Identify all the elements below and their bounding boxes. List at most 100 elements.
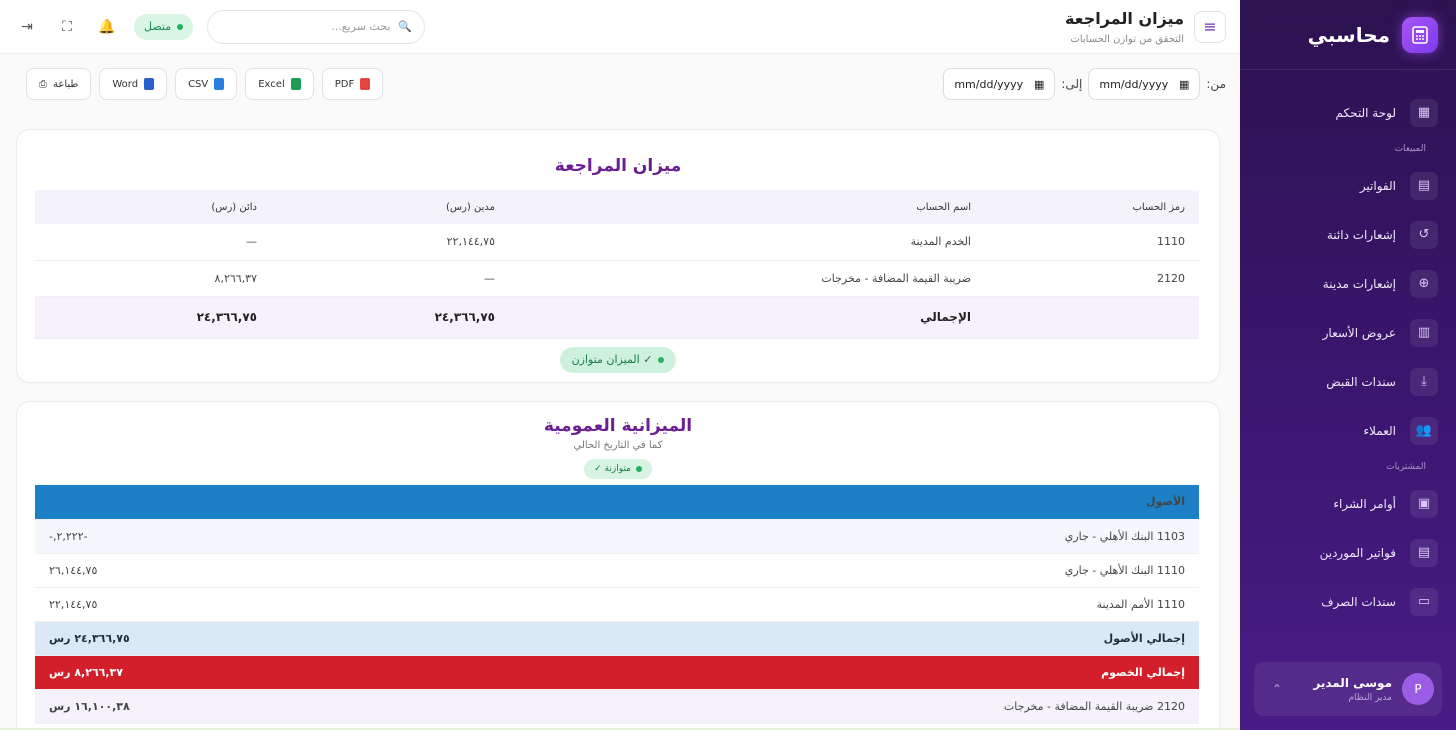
export-label: PDF (334, 78, 355, 90)
sidebar-item-label: إشعارات مدينة (1322, 276, 1396, 291)
sidebar-item-customers[interactable]: 👥 العملاء (1240, 406, 1456, 455)
total-debit: ٢٤,٣٦٦,٧٥ (271, 296, 509, 339)
liabilities-label: إجمالي الخصوم (433, 655, 1199, 690)
sidebar: محاسبي ▦ لوحة التحكم المبيعات ▤ الفواتير… (1240, 0, 1456, 730)
hamburger-icon: ≡ (1203, 17, 1217, 36)
trial-balance-card: ميزان المراجعة رمز الحساب اسم الحساب مدي… (16, 129, 1220, 383)
csv-icon (214, 78, 225, 90)
status-badge: متصل (134, 13, 194, 40)
assets-header-row: الأصول (35, 485, 1199, 520)
export-pdf-button[interactable]: PDF (321, 68, 384, 100)
brand-name: محاسبي (1307, 22, 1390, 47)
amount: ٢٢,١٤٤,٧٥ (35, 587, 434, 622)
search-placeholder: بحث سريع... (331, 20, 391, 33)
account-name: 1110 البنك الأهلي - جاري (433, 553, 1199, 588)
card-title: ميزان المراجعة (554, 156, 682, 176)
account-code: 2120 (985, 260, 1199, 297)
sidebar-section-sales: المبيعات (1394, 144, 1426, 154)
date-range-filter: من: mm/dd/yyyy ▦ إلى: mm/dd/yyyy ▦ (943, 68, 1226, 100)
users-icon: 👥 (1410, 416, 1438, 445)
total-row: الإجمالي ٢٤,٣٦٦,٧٥ ٢٤,٣٦٦,٧٥ (35, 296, 1199, 339)
excel-icon (290, 78, 301, 90)
balance-sheet-card: الميزانية العمومية كما في التاريخ الحالي… (16, 401, 1220, 730)
status-dot (658, 356, 665, 363)
sidebar-item-label: عروض الأسعار (1322, 325, 1396, 340)
sidebar-item-label: أوامر الشراء (1333, 496, 1396, 511)
account-name: 1110 الأمم المدينة (433, 587, 1199, 622)
sidebar-item-receipts[interactable]: ⤓ سندات القبض (1240, 357, 1456, 406)
fullscreen-icon[interactable]: ⛶ (54, 14, 80, 40)
sidebar-section-purchases: المشتريات (1386, 462, 1426, 472)
from-date-input[interactable]: mm/dd/yyyy ▦ (1088, 68, 1201, 100)
plus-circle-icon: ⊕ (1410, 269, 1438, 298)
export-label: Word (112, 78, 139, 90)
sidebar-item-invoices[interactable]: ▤ الفواتير (1240, 161, 1456, 210)
balanced-badge: متوازنة ✓ (584, 459, 652, 479)
account-name: 2120 ضريبة القيمة المضافة - مخرجات (433, 689, 1199, 724)
trial-balance-table: رمز الحساب اسم الحساب مدين (رس) دائن (رس… (35, 190, 1199, 339)
page-title: ميزان المراجعة (1064, 8, 1184, 28)
liabilities-total-row: إجمالي الخصوم ٨,٢٦٦,٣٧ رس (35, 655, 1199, 690)
search-icon: 🔍 (398, 20, 413, 33)
table-row: 1110 الخدم المدينة ٢٢,١٤٤,٧٥ — (35, 224, 1199, 261)
status-text: متصل (144, 20, 172, 33)
export-buttons: PDF Excel CSV Word ⎙ طباعة (26, 68, 384, 100)
balanced-status-badge: ✓ الميزان متوازن (559, 346, 677, 373)
sidebar-item-dashboard[interactable]: ▦ لوحة التحكم (1240, 88, 1456, 137)
export-csv-button[interactable]: CSV (175, 68, 238, 100)
from-date-value: mm/dd/yyyy (1099, 77, 1169, 91)
bell-icon[interactable]: 🔔 (94, 14, 120, 40)
export-excel-button[interactable]: Excel (245, 68, 314, 100)
sidebar-item-purchase-orders[interactable]: ▣ أوامر الشراء (1240, 479, 1456, 528)
undo-icon: ↺ (1410, 220, 1438, 249)
sidebar-item-debit-notes[interactable]: ⊕ إشعارات مدينة (1240, 259, 1456, 308)
account-code: 1110 (985, 224, 1199, 261)
from-label: من: (1206, 77, 1226, 91)
sidebar-item-label: العملاء (1363, 423, 1396, 438)
table-row: 1110 البنك الأهلي - جاري ٢٦,١٤٤,٧٥ (35, 553, 1199, 588)
status-dot (635, 466, 642, 472)
sidebar-item-label: سندات الصرف (1321, 594, 1396, 609)
amount: ٢٦,١٤٤,٧٥ (35, 553, 434, 588)
sidebar-item-supplier-invoices[interactable]: ▤ فواتير الموردين (1240, 528, 1456, 577)
export-word-button[interactable]: Word (99, 68, 168, 100)
money-icon: ▭ (1410, 587, 1438, 616)
table-row: 2120 ضريبة القيمة المضافة - مخرجات — ٨,٢… (35, 260, 1199, 297)
export-label: Excel (258, 78, 285, 90)
liabilities-total: ٨,٢٦٦,٣٧ رس (35, 655, 434, 690)
debit-amount: ٢٢,١٤٤,٧٥ (271, 224, 509, 261)
grid-icon: ▦ (1410, 98, 1438, 127)
to-date-input[interactable]: mm/dd/yyyy ▦ (943, 68, 1056, 100)
table-row: 2120 ضريبة القيمة المضافة - مخرجات ١٦,١٠… (35, 689, 1199, 724)
column-header: اسم الحساب (509, 190, 985, 224)
table-row: 1103 البنك الأهلي - جاري -٢,٢٢٢,- (35, 519, 1199, 554)
page-subtitle: التحقق من توازن الحسابات (1070, 33, 1184, 45)
column-header: مدين (رس) (271, 190, 509, 224)
table-row: 1110 الأمم المدينة ٢٢,١٤٤,٧٥ (35, 587, 1199, 622)
sidebar-item-quotes[interactable]: ▥ عروض الأسعار (1240, 308, 1456, 357)
sidebar-item-label: سندات القبض (1326, 374, 1396, 389)
sidebar-item-credit-notes[interactable]: ↺ إشعارات دائنة (1240, 210, 1456, 259)
print-button[interactable]: ⎙ طباعة (26, 68, 92, 100)
empty-cell (985, 296, 1199, 339)
menu-toggle-button[interactable]: ≡ (1194, 10, 1226, 43)
search-input[interactable]: 🔍 بحث سريع... (207, 9, 426, 44)
user-menu[interactable]: P موسى المدير مدير النظام ⌃ (1254, 662, 1442, 716)
logout-icon[interactable]: ⇥ (14, 14, 40, 40)
column-header: رمز الحساب (985, 190, 1199, 224)
to-date-value: mm/dd/yyyy (954, 77, 1024, 91)
document-icon: ▤ (1410, 538, 1438, 567)
sidebar-item-payment-vouchers[interactable]: ▭ سندات الصرف (1240, 577, 1456, 626)
topbar: ≡ ميزان المراجعة التحقق من توازن الحسابا… (0, 0, 1240, 54)
sidebar-item-label: الفواتير (1359, 178, 1396, 193)
table-header-row: رمز الحساب اسم الحساب مدين (رس) دائن (رس… (35, 190, 1199, 224)
calendar-icon: ▦ (1178, 77, 1190, 91)
status-dot (177, 23, 184, 30)
clipboard-icon: ▣ (1410, 489, 1438, 518)
to-label: إلى: (1061, 77, 1083, 91)
avatar: P (1402, 673, 1434, 705)
file-icon: ▥ (1410, 318, 1438, 347)
balance-sheet-table: الأصول 1103 البنك الأهلي - جاري -٢,٢٢٢,-… (35, 485, 1199, 724)
amount: -٢,٢٢٢,- (35, 519, 434, 554)
printer-icon: ⎙ (39, 78, 47, 90)
